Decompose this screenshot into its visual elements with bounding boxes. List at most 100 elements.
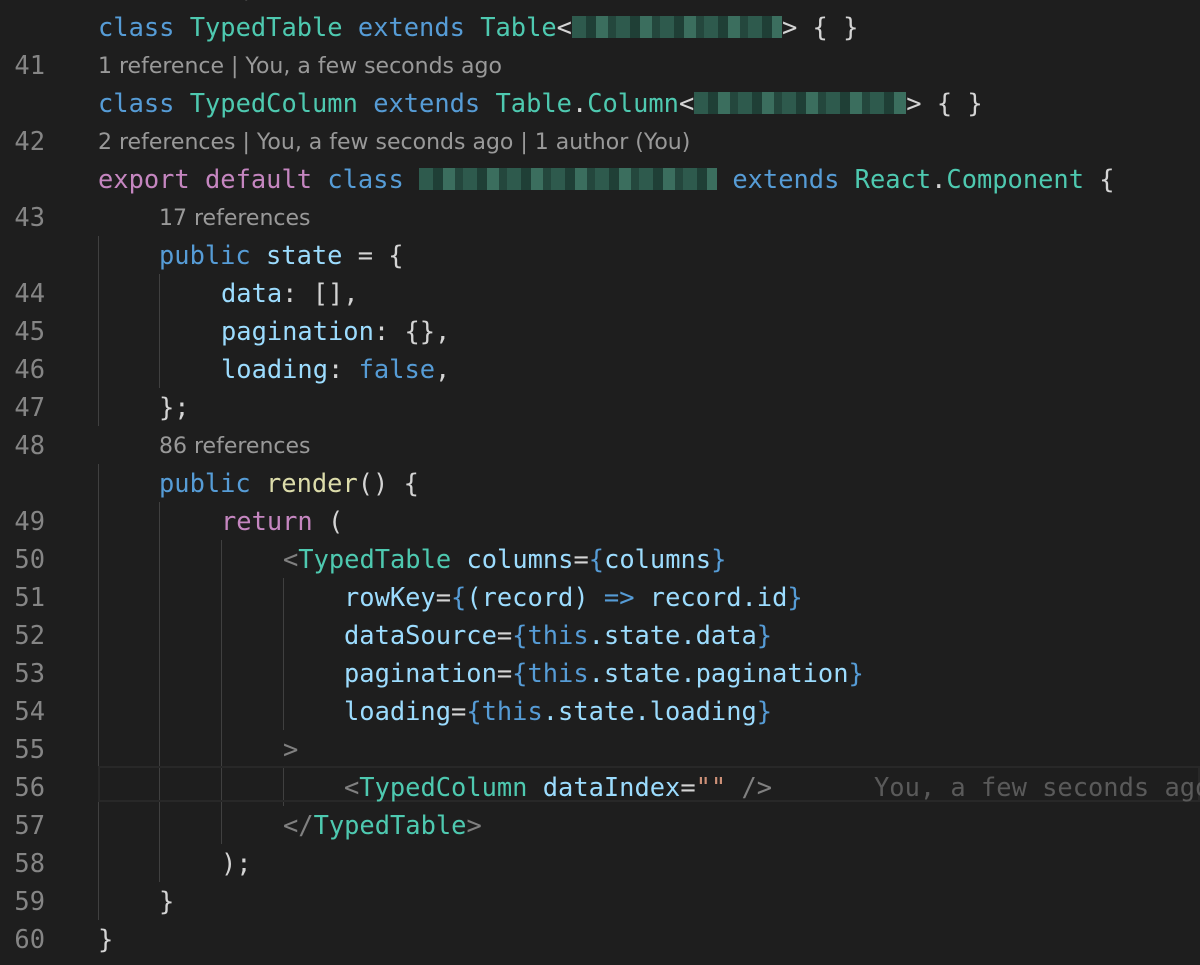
- punctuation: }: [159, 886, 175, 916]
- variable: .state.data: [588, 620, 757, 650]
- variable: columns: [604, 544, 712, 574]
- code-line[interactable]: 43 export default class extends React.Co…: [0, 160, 1200, 232]
- keyword-token: class: [98, 12, 175, 42]
- code-content[interactable]: };: [159, 388, 190, 426]
- keyword-token: this: [481, 696, 543, 726]
- punctuation: }: [98, 924, 114, 954]
- code-content[interactable]: export default class extends React.Compo…: [98, 160, 1115, 198]
- code-content[interactable]: );: [221, 844, 252, 882]
- arrow-operator: =>: [603, 582, 635, 612]
- codelens-references-author[interactable]: 2 references | You, a few seconds ago | …: [98, 124, 690, 162]
- code-line[interactable]: 51 <TypedTable columns={columns}: [0, 540, 1200, 612]
- tag-bracket: />: [726, 772, 773, 802]
- code-editor[interactable]: 2 references | You, a few seconds ago 41…: [0, 0, 1200, 965]
- jsx-brace: {: [466, 696, 482, 726]
- jsx-tag-name: TypedTable: [298, 544, 452, 574]
- punctuation: =: [496, 620, 513, 650]
- code-content[interactable]: loading: false,: [221, 350, 450, 388]
- code-line[interactable]: 59 );: [0, 844, 1200, 916]
- punctuation: =: [435, 582, 452, 612]
- punctuation: =: [573, 544, 589, 574]
- jsx-brace: }: [756, 620, 773, 650]
- punctuation: =: [451, 696, 467, 726]
- codelens-references[interactable]: 1 reference | You, a few seconds ago: [98, 48, 502, 86]
- punctuation: .: [571, 88, 588, 118]
- jsx-attribute: rowKey: [344, 582, 436, 612]
- code-content[interactable]: loading={this.state.loading}: [344, 692, 772, 730]
- code-line[interactable]: 42 class TypedColumn extends Table.Colum…: [0, 84, 1200, 156]
- code-line[interactable]: 47 loading: false,: [0, 350, 1200, 422]
- codelens-partial[interactable]: 2 references | You, a few seconds ago: [98, 0, 513, 8]
- code-content[interactable]: pagination={this.state.pagination}: [344, 654, 864, 692]
- code-content[interactable]: pagination: {},: [221, 312, 450, 350]
- code-line[interactable]: 58 </TypedTable>: [0, 806, 1200, 878]
- punctuation: =: [680, 772, 696, 802]
- jsx-brace: {: [588, 544, 605, 574]
- code-content[interactable]: }: [159, 882, 174, 920]
- punctuation: [589, 582, 604, 612]
- code-line-current[interactable]: 57 <TypedColumn dataIndex="" /> You, a f…: [0, 768, 1200, 840]
- keyword-token: export: [98, 164, 190, 194]
- line-number: 42: [14, 126, 45, 156]
- punctuation: [634, 582, 649, 612]
- code-content[interactable]: class TypedTable extends Table< > { }: [98, 8, 858, 46]
- code-line[interactable]: 53 dataSource={this.state.data}: [0, 616, 1200, 688]
- code-line[interactable]: 60 }: [0, 882, 1200, 954]
- code-line[interactable]: 54 pagination={this.state.pagination}: [0, 654, 1200, 726]
- code-content[interactable]: public render() {: [159, 464, 419, 502]
- code-line[interactable]: 41 class TypedTable extends Table< > { }: [0, 8, 1200, 80]
- punctuation: (: [312, 506, 344, 536]
- keyword-token: this: [527, 658, 589, 688]
- code-content[interactable]: dataSource={this.state.data}: [344, 616, 772, 654]
- jsx-brace: }: [787, 582, 803, 612]
- tag-bracket: <: [344, 772, 360, 802]
- code-line[interactable]: 56 >: [0, 730, 1200, 802]
- code-content[interactable]: <TypedTable columns={columns}: [283, 540, 726, 578]
- function-name: render: [266, 468, 358, 498]
- code-content[interactable]: </TypedTable>: [283, 806, 482, 844]
- code-line[interactable]: 52 rowKey={(record) => record.id}: [0, 578, 1200, 650]
- keyword-token: public: [159, 468, 251, 498]
- tag-bracket: >: [283, 734, 299, 764]
- code-line[interactable]: 55 loading={this.state.loading}: [0, 692, 1200, 764]
- code-line[interactable]: 61 }: [0, 920, 1200, 965]
- jsx-brace: {: [512, 658, 528, 688]
- type-name: React: [854, 164, 932, 194]
- keyword-token: class: [98, 88, 175, 118]
- code-line[interactable]: 48 };: [0, 388, 1200, 460]
- jsx-attribute: loading: [344, 696, 452, 726]
- code-content[interactable]: return (: [221, 502, 343, 540]
- punctuation: = {: [342, 240, 404, 270]
- jsx-brace: }: [756, 696, 773, 726]
- class-name: TypedColumn: [189, 88, 358, 118]
- punctuation: > { }: [906, 88, 983, 118]
- code-content[interactable]: >: [283, 730, 298, 768]
- punctuation: > { }: [781, 12, 859, 42]
- code-content[interactable]: }: [98, 920, 113, 958]
- code-line[interactable]: 49 public render() {: [0, 464, 1200, 536]
- code-content[interactable]: class TypedColumn extends Table.Column< >…: [98, 84, 983, 122]
- tag-bracket: >: [466, 810, 482, 840]
- jsx-tag-name: TypedColumn: [359, 772, 528, 802]
- codelens-references[interactable]: 86 references: [159, 428, 311, 466]
- jsx-brace: {: [512, 620, 528, 650]
- code-line[interactable]: 50 return (: [0, 502, 1200, 574]
- punctuation: : [],: [282, 278, 359, 308]
- punctuation: :: [328, 354, 359, 384]
- code-line[interactable]: 46 pagination: {},: [0, 312, 1200, 384]
- codelens-references[interactable]: 17 references: [159, 200, 311, 238]
- code-content[interactable]: <TypedColumn dataIndex="" />: [344, 768, 772, 806]
- code-content[interactable]: public state = {: [159, 236, 404, 274]
- line-number: 43: [14, 202, 45, 232]
- variable: record.id: [649, 582, 788, 612]
- code-line[interactable]: 44 public state = {: [0, 236, 1200, 308]
- keyword-token: extends: [732, 164, 840, 194]
- code-line[interactable]: 45 data: [],: [0, 274, 1200, 346]
- code-content[interactable]: rowKey={(record) => record.id}: [344, 578, 803, 616]
- code-content[interactable]: data: [],: [221, 274, 359, 312]
- line-number: 48: [14, 430, 45, 460]
- punctuation: <: [556, 12, 572, 42]
- punctuation: : {},: [373, 316, 451, 346]
- property-name: data: [221, 278, 283, 308]
- punctuation: };: [159, 392, 190, 422]
